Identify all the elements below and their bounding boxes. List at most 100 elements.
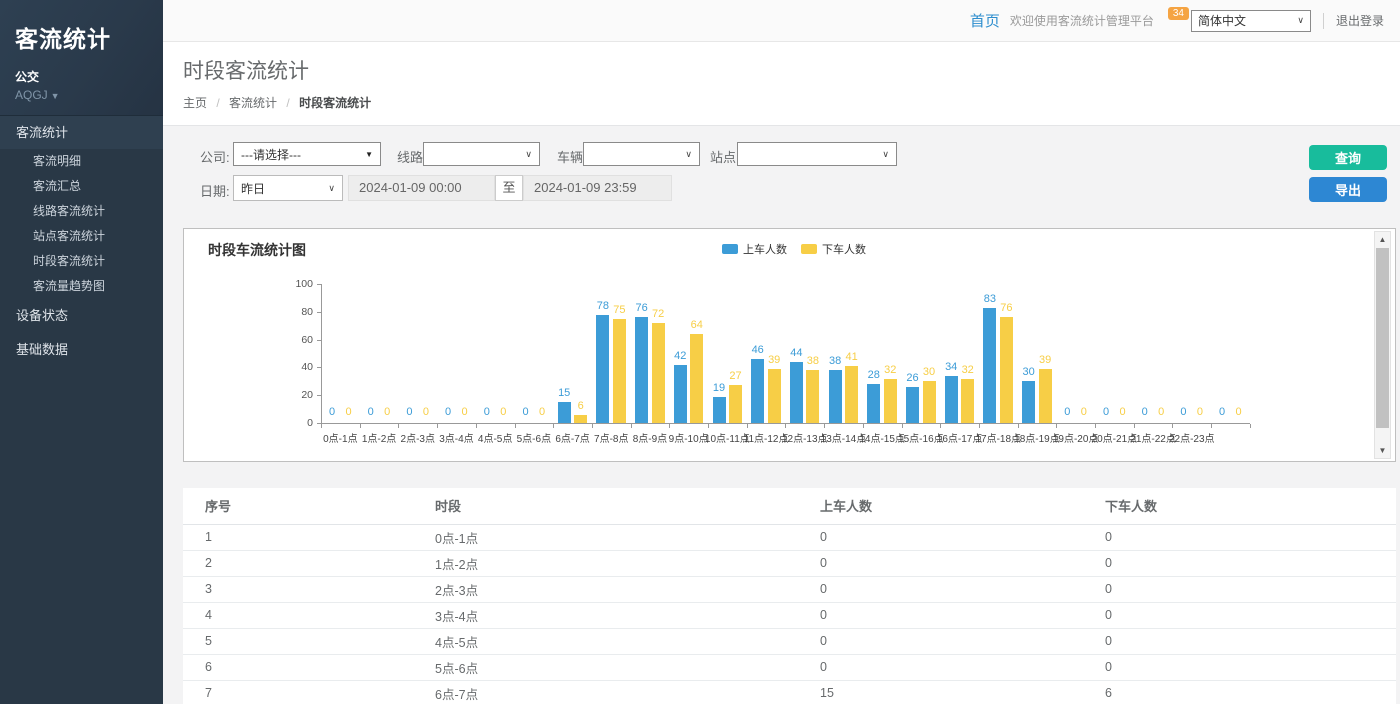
home-link[interactable]: 首页 bbox=[970, 10, 1000, 31]
y-axis-tick-label: 80 bbox=[283, 306, 313, 318]
x-axis-label: 0点-1点 bbox=[323, 430, 357, 445]
date-start-input[interactable]: 2024-01-09 00:00 bbox=[348, 175, 495, 201]
sidebar-item[interactable]: 客流汇总 bbox=[0, 174, 163, 199]
x-axis-label: 2点-3点 bbox=[401, 430, 435, 445]
table-cell: 4 bbox=[183, 602, 413, 628]
chart-scrollbar[interactable]: ▲ ▼ bbox=[1374, 231, 1391, 459]
bar-board[interactable] bbox=[945, 376, 958, 423]
y-axis-tick bbox=[317, 284, 321, 285]
bar-alight[interactable] bbox=[690, 334, 703, 423]
logout-link[interactable]: 退出登录 bbox=[1336, 12, 1384, 29]
bar-alight[interactable] bbox=[845, 366, 858, 423]
scrollbar-thumb[interactable] bbox=[1376, 248, 1389, 428]
table-cell: 7 bbox=[183, 680, 413, 704]
date-end-input[interactable]: 2024-01-09 23:59 bbox=[523, 175, 672, 201]
bar-board[interactable] bbox=[596, 315, 609, 423]
table-cell: 2 bbox=[183, 550, 413, 576]
bar-alight[interactable] bbox=[961, 379, 974, 423]
sidebar-item[interactable]: 客流量趋势图 bbox=[0, 274, 163, 299]
x-axis-tick bbox=[1056, 424, 1057, 428]
app-logo: 客流统计 bbox=[15, 20, 148, 54]
sidebar-item[interactable]: 客流统计 bbox=[0, 115, 163, 149]
table-cell: 0 bbox=[1083, 524, 1396, 550]
table-cell: 0 bbox=[798, 628, 1083, 654]
bar-alight[interactable] bbox=[613, 319, 626, 423]
x-axis-tick bbox=[1095, 424, 1096, 428]
org-code-dropdown[interactable]: AQGJ▼ bbox=[15, 88, 148, 102]
bar-board[interactable] bbox=[983, 308, 996, 423]
table-body: 10点-1点0021点-2点0032点-3点0043点-4点0054点-5点00… bbox=[183, 524, 1396, 704]
sidebar-item[interactable]: 站点客流统计 bbox=[0, 224, 163, 249]
sidebar-item[interactable]: 线路客流统计 bbox=[0, 199, 163, 224]
table-cell: 5 bbox=[183, 628, 413, 654]
y-axis-tick-label: 0 bbox=[283, 417, 313, 429]
stats-table: 序号时段上车人数下车人数 10点-1点0021点-2点0032点-3点0043点… bbox=[183, 488, 1396, 704]
y-axis-line bbox=[321, 284, 322, 423]
breadcrumb-home[interactable]: 主页 bbox=[183, 96, 207, 110]
chevron-down-icon: ∨ bbox=[525, 149, 532, 160]
legend-item-alight[interactable]: 下车人数 bbox=[801, 241, 866, 257]
welcome-text: 欢迎使用客流统计管理平台 bbox=[1010, 12, 1154, 29]
x-axis-label: 8点-9点 bbox=[633, 430, 667, 445]
sidebar-logo-area: 客流统计 公交 AQGJ▼ bbox=[0, 0, 163, 115]
bar-value-label: 0 bbox=[529, 406, 555, 418]
sidebar-item[interactable]: 基础数据 bbox=[0, 333, 163, 367]
breadcrumb-section[interactable]: 客流统计 bbox=[229, 96, 277, 110]
line-select[interactable]: ∨ bbox=[423, 142, 540, 166]
bar-board[interactable] bbox=[635, 317, 648, 423]
bar-board[interactable] bbox=[674, 365, 687, 423]
company-label: 公司: bbox=[200, 147, 230, 166]
bar-value-label: 0 bbox=[1071, 406, 1097, 418]
breadcrumb-separator: / bbox=[216, 96, 219, 110]
x-axis-tick bbox=[360, 424, 361, 428]
company-select[interactable]: ---请选择--- ▼ bbox=[233, 142, 381, 166]
sidebar-item[interactable]: 客流明细 bbox=[0, 149, 163, 174]
bar-alight[interactable] bbox=[652, 323, 665, 423]
station-select[interactable]: ∨ bbox=[737, 142, 897, 166]
table-cell: 0 bbox=[798, 602, 1083, 628]
language-select[interactable]: 简体中文 ∨ bbox=[1191, 10, 1311, 32]
sidebar-item[interactable]: 时段客流统计 bbox=[0, 249, 163, 274]
vehicle-select[interactable]: ∨ bbox=[583, 142, 700, 166]
x-axis-label: 6点-7点 bbox=[555, 430, 589, 445]
y-axis-tick-label: 100 bbox=[283, 278, 313, 290]
legend-item-board[interactable]: 上车人数 bbox=[722, 241, 787, 257]
scroll-down-icon[interactable]: ▼ bbox=[1375, 443, 1390, 458]
bar-alight[interactable] bbox=[574, 415, 587, 423]
x-axis-tick bbox=[592, 424, 593, 428]
bar-value-label: 0 bbox=[1110, 406, 1136, 418]
bar-board[interactable] bbox=[867, 384, 880, 423]
bar-board[interactable] bbox=[751, 359, 764, 423]
topbar: 首页 欢迎使用客流统计管理平台 34 简体中文 ∨ 退出登录 bbox=[163, 0, 1400, 42]
table-cell: 0 bbox=[1083, 654, 1396, 680]
sidebar-item[interactable]: 设备状态 bbox=[0, 299, 163, 333]
chevron-down-icon: ▼ bbox=[51, 91, 60, 101]
date-preset-select[interactable]: 昨日 ∨ bbox=[233, 175, 343, 201]
date-label: 日期: bbox=[200, 181, 230, 200]
table-cell: 6 bbox=[183, 654, 413, 680]
export-button[interactable]: 导出 bbox=[1309, 177, 1387, 202]
breadcrumb-separator: / bbox=[286, 96, 289, 110]
bar-alight[interactable] bbox=[729, 385, 742, 423]
bar-alight[interactable] bbox=[1039, 369, 1052, 423]
bar-alight[interactable] bbox=[768, 369, 781, 423]
bar-board[interactable] bbox=[1022, 381, 1035, 423]
bar-alight[interactable] bbox=[884, 379, 897, 423]
org-code-label: AQGJ bbox=[15, 88, 48, 102]
table-row: 10点-1点00 bbox=[183, 524, 1396, 550]
table-cell: 0 bbox=[798, 524, 1083, 550]
bar-value-label: 32 bbox=[955, 364, 981, 376]
bar-board[interactable] bbox=[906, 387, 919, 423]
x-axis-tick bbox=[902, 424, 903, 428]
x-axis-tick bbox=[747, 424, 748, 428]
bar-alight[interactable] bbox=[1000, 317, 1013, 423]
query-button[interactable]: 查询 bbox=[1309, 145, 1387, 170]
bar-alight[interactable] bbox=[806, 370, 819, 423]
bar-board[interactable] bbox=[713, 397, 726, 423]
bar-board[interactable] bbox=[829, 370, 842, 423]
bar-alight[interactable] bbox=[923, 381, 936, 423]
bar-board[interactable] bbox=[790, 362, 803, 423]
bar-value-label: 72 bbox=[645, 308, 671, 320]
scroll-up-icon[interactable]: ▲ bbox=[1375, 232, 1390, 247]
table-cell: 6 bbox=[1083, 680, 1396, 704]
